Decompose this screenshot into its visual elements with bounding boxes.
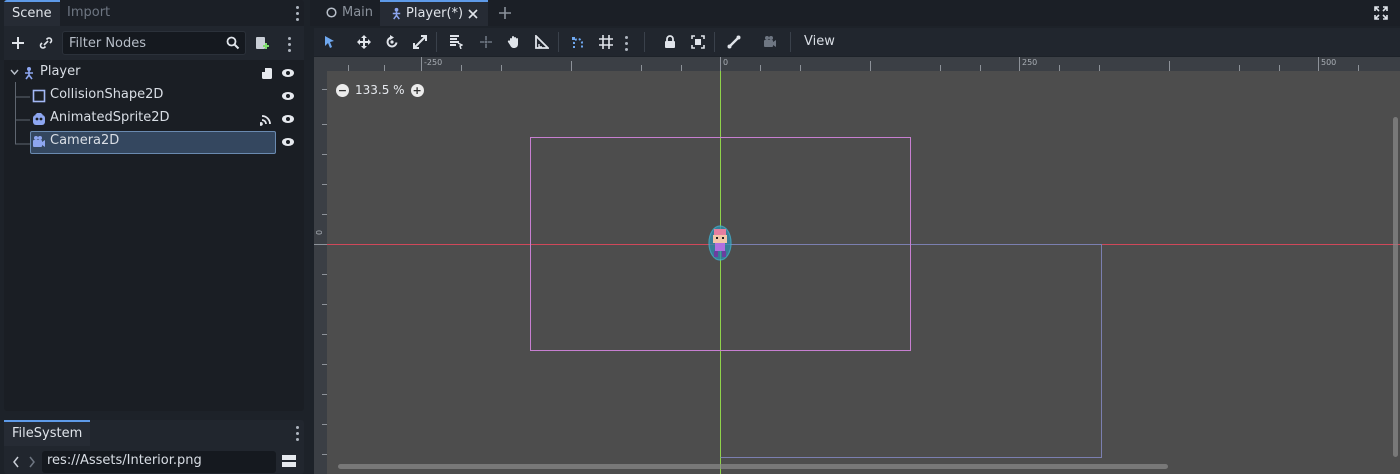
grid-snap-icon[interactable] (594, 30, 618, 54)
tree-label-player: Player (40, 64, 81, 79)
toolbar-separator (558, 32, 559, 52)
main-editor: Main Player(*) View -250 0 250 500 0 − 1… (310, 0, 1400, 474)
tab-player-scene[interactable]: Player(*) (380, 0, 488, 26)
scene-dock-tabs: Scene Import (4, 0, 304, 26)
signal-icon[interactable] (260, 112, 274, 126)
add-node-icon[interactable] (6, 31, 30, 55)
chevron-left-icon[interactable] (12, 456, 20, 468)
tree-row-camera[interactable]: Camera2D (4, 131, 304, 154)
zoom-controls: − 133.5 % + (336, 79, 424, 101)
tree-row-animated-sprite[interactable]: AnimatedSprite2D (4, 108, 304, 130)
zoom-in-icon[interactable]: + (410, 83, 424, 97)
tree-label-camera: Camera2D (50, 133, 120, 148)
collision-shape-icon (32, 89, 46, 103)
ruler-mode-icon[interactable] (530, 30, 554, 54)
chevron-down-icon[interactable] (10, 69, 19, 76)
script-icon[interactable] (260, 66, 274, 80)
ruler-top[interactable]: -250 0 250 500 (314, 57, 1400, 71)
character-body-icon (25, 67, 33, 80)
visibility-eye-icon[interactable] (281, 66, 295, 80)
player-sprite (708, 225, 732, 261)
ruler-label: -250 (424, 58, 443, 67)
character-body-icon (392, 7, 401, 20)
ruler-label: 0 (723, 58, 729, 67)
chevron-right-icon[interactable] (28, 456, 36, 468)
list-select-icon[interactable] (444, 30, 468, 54)
scene-panel: Scene Import Filter Nodes Player Collisi… (4, 0, 304, 411)
camera-override-icon[interactable] (758, 30, 782, 54)
skeleton-bone-icon[interactable] (722, 30, 746, 54)
ruler-left-ticks (314, 89, 327, 455)
visibility-eye-icon[interactable] (281, 89, 295, 103)
move-mode-icon[interactable] (352, 30, 376, 54)
scene-circle-icon (326, 7, 337, 18)
tree-label-collision-shape: CollisionShape2D (50, 87, 164, 102)
filesystem-panel: FileSystem res://Assets/Interior.png (4, 420, 304, 474)
view-menu-button[interactable]: View (796, 32, 843, 52)
toolbar-separator (436, 32, 437, 52)
ruler-label: 500 (1321, 58, 1337, 67)
fullscreen-icon[interactable] (1374, 6, 1388, 20)
attach-script-icon[interactable] (250, 31, 274, 55)
lock-icon[interactable] (658, 30, 682, 54)
zoom-out-icon[interactable]: − (336, 83, 349, 97)
list-view-icon[interactable] (282, 454, 296, 468)
tree-label-animated-sprite: AnimatedSprite2D (50, 110, 170, 125)
scene-dock-menu-icon[interactable] (291, 4, 303, 22)
filesystem-path-text: res://Assets/Interior.png (47, 453, 202, 468)
tab-import[interactable]: Import (59, 0, 118, 26)
scene-tree: Player CollisionShape2D AnimatedSprite2D (4, 60, 304, 411)
instance-link-icon[interactable] (34, 31, 58, 55)
vertical-scrollbar[interactable] (1393, 117, 1398, 457)
zoom-level[interactable]: 133.5 % (355, 83, 405, 97)
smart-snap-icon[interactable] (566, 30, 590, 54)
camera-icon (33, 136, 45, 147)
filter-nodes-input[interactable] (69, 34, 219, 52)
tab-filesystem[interactable]: FileSystem (4, 420, 91, 446)
tab-main-label: Main (342, 5, 374, 20)
ruler-top-ticks (348, 57, 1359, 71)
tab-scene[interactable]: Scene (4, 0, 60, 26)
scale-mode-icon[interactable] (408, 30, 432, 54)
new-tab-plus-icon[interactable] (498, 6, 512, 20)
filesystem-path-field[interactable]: res://Assets/Interior.png (42, 451, 276, 473)
pivot-mode-icon[interactable] (474, 30, 498, 54)
canvas-toolbar: View (314, 28, 1400, 56)
ruler-label: 0 (315, 229, 324, 235)
left-dock: Scene Import Filter Nodes Player Collisi… (0, 0, 308, 474)
filesystem-menu-icon[interactable] (291, 424, 303, 442)
animated-sprite-icon (33, 113, 45, 125)
tree-row-player[interactable]: Player (4, 62, 304, 84)
toolbar-separator (714, 32, 715, 52)
canvas-viewport[interactable]: -250 0 250 500 0 − 133.5 % + (314, 57, 1400, 474)
editor-tab-bar: Main Player(*) (310, 0, 1400, 26)
toolbar-separator (790, 32, 791, 52)
tree-row-collision-shape[interactable]: CollisionShape2D (4, 85, 304, 107)
search-icon (226, 36, 240, 50)
ruler-left[interactable]: 0 (314, 57, 327, 474)
close-icon[interactable] (468, 9, 478, 19)
visibility-eye-icon[interactable] (281, 135, 295, 149)
filter-nodes-field[interactable] (62, 31, 246, 55)
group-icon[interactable] (686, 30, 710, 54)
toolbar-separator (644, 32, 645, 52)
ruler-label: 250 (1022, 58, 1038, 67)
tab-player-label: Player(*) (406, 6, 464, 21)
horizontal-scrollbar[interactable] (338, 464, 1168, 469)
pan-mode-icon[interactable] (502, 30, 526, 54)
snap-options-icon[interactable] (620, 34, 632, 52)
canvas-drawing (327, 71, 1400, 474)
tab-main-scene[interactable]: Main (316, 0, 380, 26)
rotate-mode-icon[interactable] (380, 30, 404, 54)
select-mode-icon[interactable] (318, 30, 342, 54)
scene-more-icon[interactable] (283, 35, 295, 53)
visibility-eye-icon[interactable] (281, 112, 295, 126)
